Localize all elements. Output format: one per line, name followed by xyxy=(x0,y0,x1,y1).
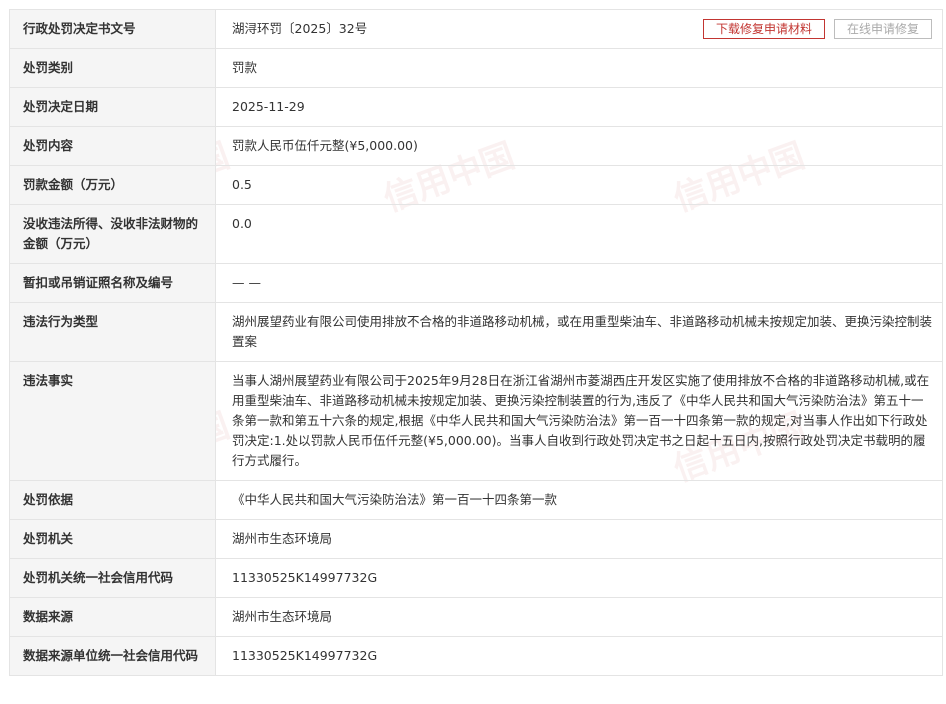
row-label: 处罚决定日期 xyxy=(9,87,216,127)
row-value: 0.5 xyxy=(215,165,943,205)
penalty-detail-panel: 行政处罚决定书文号 下载修复申请材料 在线申请修复 湖浔环罚〔2025〕32号 处… xyxy=(9,9,943,676)
table-row: 处罚机关 湖州市生态环境局 xyxy=(9,519,943,559)
row-label: 处罚机关统一社会信用代码 xyxy=(9,558,216,598)
row-value: 2025-11-29 xyxy=(215,87,943,127)
row-value: 当事人湖州展望药业有限公司于2025年9月28日在浙江省湖州市菱湖西庄开发区实施… xyxy=(215,361,943,481)
table-row: 处罚内容 罚款人民币伍仟元整(¥5,000.00) xyxy=(9,126,943,166)
table-row: 违法行为类型 湖州展望药业有限公司使用排放不合格的非道路移动机械，或在用重型柴油… xyxy=(9,302,943,362)
row-value-cell: 下载修复申请材料 在线申请修复 湖浔环罚〔2025〕32号 xyxy=(215,9,943,49)
row-value: 11330525K14997732G xyxy=(215,558,943,598)
row-label: 违法事实 xyxy=(9,361,216,481)
penalty-detail-table: 行政处罚决定书文号 下载修复申请材料 在线申请修复 湖浔环罚〔2025〕32号 处… xyxy=(9,9,943,676)
row-value: 湖州市生态环境局 xyxy=(215,519,943,559)
table-row: 行政处罚决定书文号 下载修复申请材料 在线申请修复 湖浔环罚〔2025〕32号 xyxy=(9,9,943,49)
row-value: — — xyxy=(215,263,943,303)
row-value: 湖州市生态环境局 xyxy=(215,597,943,637)
table-row: 违法事实 当事人湖州展望药业有限公司于2025年9月28日在浙江省湖州市菱湖西庄… xyxy=(9,361,943,481)
table-row: 罚款金额（万元） 0.5 xyxy=(9,165,943,205)
row-label: 处罚机关 xyxy=(9,519,216,559)
row-label: 暂扣或吊销证照名称及编号 xyxy=(9,263,216,303)
row-label: 数据来源 xyxy=(9,597,216,637)
row-label: 数据来源单位统一社会信用代码 xyxy=(9,636,216,676)
row-label: 没收违法所得、没收非法财物的金额（万元） xyxy=(9,204,216,264)
table-row: 处罚机关统一社会信用代码 11330525K14997732G xyxy=(9,558,943,598)
online-repair-application-button[interactable]: 在线申请修复 xyxy=(833,19,932,39)
table-row: 处罚依据 《中华人民共和国大气污染防治法》第一百一十四条第一款 xyxy=(9,480,943,520)
table-row: 数据来源单位统一社会信用代码 11330525K14997732G xyxy=(9,636,943,676)
row-value: 0.0 xyxy=(215,204,943,264)
row-label: 处罚内容 xyxy=(9,126,216,166)
row-value: 11330525K14997732G xyxy=(215,636,943,676)
row-value: 《中华人民共和国大气污染防治法》第一百一十四条第一款 xyxy=(215,480,943,520)
row-label: 罚款金额（万元） xyxy=(9,165,216,205)
download-repair-materials-button[interactable]: 下载修复申请材料 xyxy=(702,19,825,39)
row-value: 湖州展望药业有限公司使用排放不合格的非道路移动机械，或在用重型柴油车、非道路移动… xyxy=(215,302,943,362)
row-label: 处罚类别 xyxy=(9,48,216,88)
table-row: 数据来源 湖州市生态环境局 xyxy=(9,597,943,637)
row-label: 行政处罚决定书文号 xyxy=(9,9,216,49)
table-row: 处罚类别 罚款 xyxy=(9,48,943,88)
row-value: 罚款人民币伍仟元整(¥5,000.00) xyxy=(215,126,943,166)
table-row: 处罚决定日期 2025-11-29 xyxy=(9,87,943,127)
row-label: 违法行为类型 xyxy=(9,302,216,362)
decision-number-value: 湖浔环罚〔2025〕32号 xyxy=(232,21,368,36)
row-label: 处罚依据 xyxy=(9,480,216,520)
action-buttons: 下载修复申请材料 在线申请修复 xyxy=(694,19,932,39)
table-row: 没收违法所得、没收非法财物的金额（万元） 0.0 xyxy=(9,204,943,264)
row-value: 罚款 xyxy=(215,48,943,88)
table-row: 暂扣或吊销证照名称及编号 — — xyxy=(9,263,943,303)
